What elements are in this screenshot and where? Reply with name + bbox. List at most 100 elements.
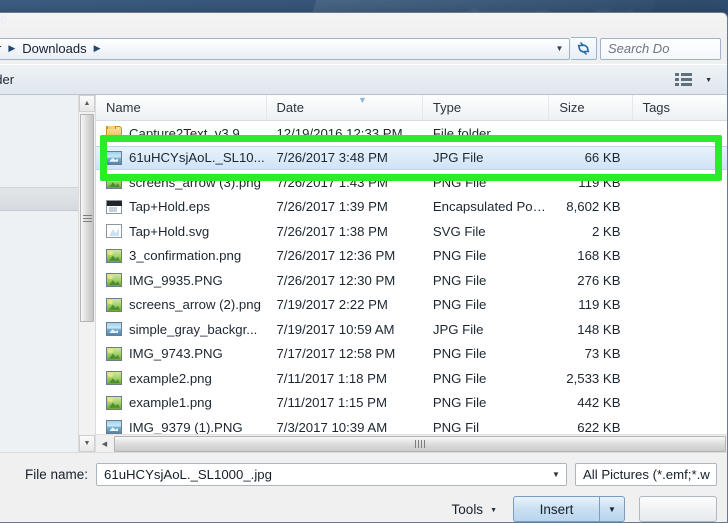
file-toolbar: ▼ New folder ▼ [0, 64, 727, 95]
file-size: 276 KB [577, 272, 621, 288]
table-row[interactable]: simple_gray_backgr... 7/19/2017 10:59 AM… [96, 317, 727, 342]
table-row[interactable]: example1.png 7/11/2017 1:15 PM PNG File … [96, 391, 727, 416]
navigation-bar: ▶ user ▶ Downloads ▶ ▼ Search Do [0, 33, 721, 64]
file-type: PNG File [432, 272, 487, 288]
eps-file-icon [106, 199, 122, 214]
list-view-icon[interactable] [671, 73, 696, 86]
file-size: 442 KB [577, 395, 621, 411]
column-header-date[interactable]: Date [267, 95, 423, 120]
file-type: PNG Fil [432, 419, 480, 435]
table-row[interactable]: Capture2Text_v3.9 12/19/2016 12:33 PM Fi… [96, 121, 727, 146]
file-type: Encapsulated Post... [432, 199, 550, 215]
table-row[interactable]: screens_arrow (3).png 7/26/2017 1:43 PM … [96, 170, 727, 195]
jpg-file-icon [106, 150, 122, 165]
file-size: 119 KB [578, 174, 621, 190]
navigation-pane: oft Word es op loads t Places [0, 95, 96, 452]
file-name: simple_gray_backgr... [129, 321, 258, 337]
chevron-down-icon[interactable]: ▼ [552, 44, 567, 53]
file-name: Capture2Text_v3.9 [129, 125, 240, 141]
chevron-down-icon: ▼ [705, 77, 712, 84]
file-date: 7/26/2017 1:39 PM [276, 199, 388, 215]
column-header-tags[interactable]: Tags [633, 95, 727, 120]
sort-indicator-icon: ▼ [358, 95, 367, 105]
file-list-rows: Capture2Text_v3.9 12/19/2016 12:33 PM Fi… [96, 121, 727, 440]
file-type: JPG File [432, 150, 484, 166]
file-type-select[interactable]: All Pictures (*.emf;*.w [575, 463, 717, 486]
insert-split-button[interactable]: Insert ▼ [513, 496, 625, 522]
file-date: 7/26/2017 12:30 PM [276, 272, 396, 288]
file-date: 7/3/2017 10:39 AM [276, 419, 388, 435]
navigation-pane-scrollbar[interactable]: ▲ ▼ [78, 95, 95, 452]
table-row[interactable]: example2.png 7/11/2017 1:18 PM PNG File … [96, 366, 727, 391]
dialog-footer: File name: 61uHCYsjAoL._SL1000_.jpg ▼ Al… [0, 452, 727, 522]
table-row[interactable]: Tap+Hold.eps 7/26/2017 1:39 PM Encapsula… [96, 195, 727, 220]
file-size: 2,533 KB [566, 370, 621, 386]
file-size: 8,602 KB [566, 199, 621, 215]
file-date: 7/26/2017 12:36 PM [276, 248, 396, 264]
file-date: 7/11/2017 1:18 PM [276, 370, 387, 386]
file-date: 12/19/2016 12:33 PM [276, 125, 403, 141]
insert-button[interactable]: Insert [513, 496, 599, 522]
refresh-icon[interactable] [571, 37, 597, 60]
cancel-button[interactable] [639, 496, 717, 522]
file-name: Tap+Hold.svg [129, 223, 210, 239]
scroll-down-arrow-icon[interactable]: ▼ [79, 435, 95, 452]
column-header-size[interactable]: Size [549, 95, 633, 120]
file-size: 168 KB [577, 248, 621, 264]
scrollbar-grip-icon [82, 214, 92, 222]
file-date: 7/11/2017 1:15 PM [276, 395, 387, 411]
view-options-caret[interactable]: ▼ [696, 73, 721, 86]
file-type: PNG File [432, 395, 487, 411]
file-size: 2 KB [591, 223, 621, 239]
scroll-up-arrow-icon[interactable]: ▲ [79, 95, 95, 112]
breadcrumb-arrow-icon[interactable]: ▶ [92, 43, 103, 54]
file-name-label: File name: [25, 467, 89, 482]
png-file-icon [106, 273, 122, 288]
file-name: screens_arrow (3).png [129, 174, 261, 190]
address-bar[interactable]: ▶ user ▶ Downloads ▶ ▼ [0, 37, 570, 60]
column-header-name[interactable]: Name [96, 95, 267, 120]
file-type: SVG File [432, 223, 486, 239]
file-date: 7/19/2017 10:59 AM [276, 321, 395, 337]
breadcrumb-item-downloads[interactable]: Downloads [17, 40, 91, 57]
jpg-file-icon [106, 420, 122, 435]
scrollbar-grip-icon [415, 439, 425, 448]
screenshot-root: Document1 Word ure [0, 0, 728, 523]
file-name: example1.png [129, 395, 212, 411]
table-row[interactable]: screens_arrow (2).png 7/19/2017 2:22 PM … [96, 293, 727, 318]
file-name-value: 61uHCYsjAoL._SL1000_.jpg [104, 467, 272, 482]
file-name-input[interactable]: 61uHCYsjAoL._SL1000_.jpg ▼ [96, 463, 567, 486]
scrollbar-track[interactable] [113, 435, 727, 452]
table-row[interactable]: Tap+Hold.svg 7/26/2017 1:38 PM SVG File … [96, 219, 727, 244]
column-header-type[interactable]: Type [423, 95, 550, 120]
file-type: PNG File [432, 346, 487, 362]
scrollbar-thumb[interactable] [114, 435, 726, 452]
file-name: IMG_9743.PNG [129, 346, 223, 362]
file-type: JPG File [432, 321, 484, 337]
file-date: 7/26/2017 1:38 PM [276, 223, 388, 239]
file-type: PNG File [432, 297, 487, 313]
table-row[interactable]: 3_confirmation.png 7/26/2017 12:36 PM PN… [96, 244, 727, 269]
table-row[interactable]: IMG_9743.PNG 7/17/2017 12:58 PM PNG File… [96, 342, 727, 367]
scroll-left-arrow-icon[interactable]: ◀ [96, 436, 113, 452]
table-row[interactable]: IMG_9935.PNG 7/26/2017 12:30 PM PNG File… [96, 268, 727, 293]
file-name: IMG_9935.PNG [129, 272, 223, 288]
scrollbar-thumb[interactable] [80, 114, 94, 322]
dialog-title: ure [0, 12, 8, 27]
chevron-down-icon[interactable]: ▼ [548, 470, 564, 479]
tools-button[interactable]: Tools ▼ [444, 498, 505, 521]
new-folder-button[interactable]: New folder [0, 69, 23, 90]
table-row-selected[interactable]: 61uHCYsjAoL._SL10... 7/26/2017 3:48 PM J… [96, 145, 727, 170]
chevron-down-icon: ▼ [490, 506, 497, 514]
insert-picture-dialog: ure ▶ user ▶ Downlo [0, 12, 728, 523]
file-type: File folder [432, 125, 491, 141]
insert-dropdown-button[interactable]: ▼ [599, 496, 625, 522]
file-date: 7/26/2017 1:43 PM [276, 174, 388, 190]
breadcrumb-arrow-icon: ▶ [8, 43, 16, 53]
file-name: screens_arrow (2).png [129, 297, 261, 313]
png-file-icon [106, 175, 122, 190]
file-list-horizontal-scrollbar[interactable]: ◀ [96, 434, 727, 452]
search-input[interactable]: Search Do [600, 37, 721, 60]
dialog-title-bar[interactable]: ure [0, 13, 727, 33]
file-date: 7/26/2017 3:48 PM [276, 150, 388, 166]
